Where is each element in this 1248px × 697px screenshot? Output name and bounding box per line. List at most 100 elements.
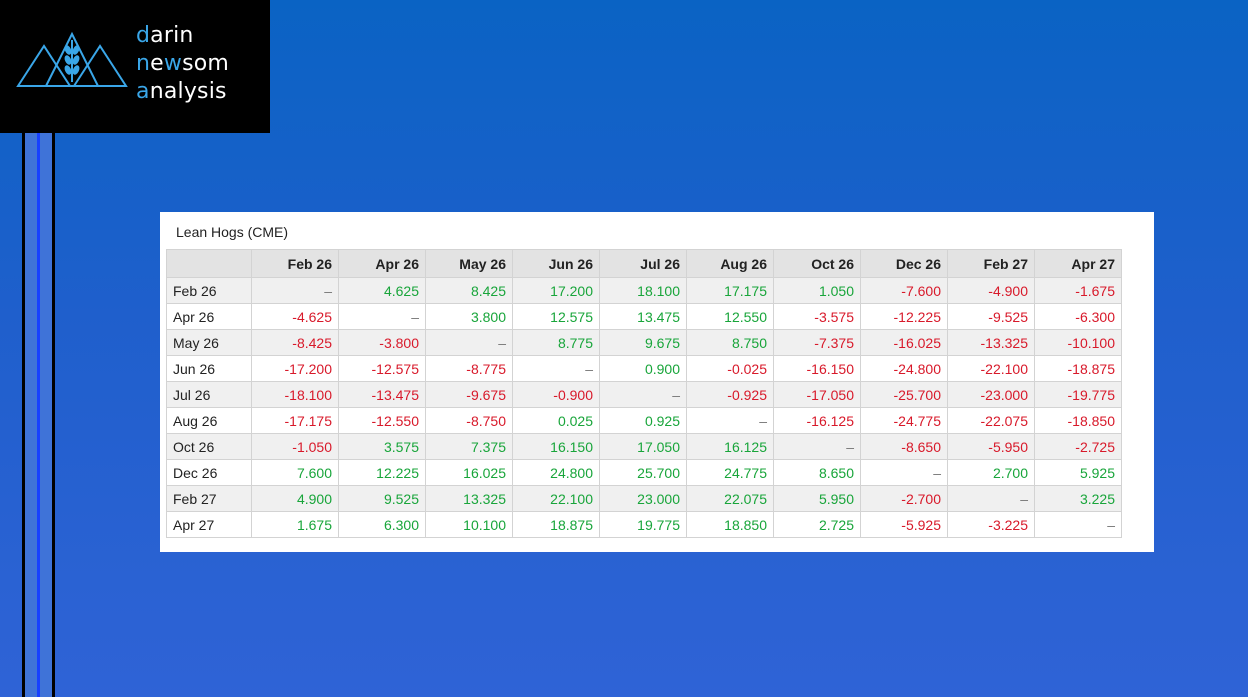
row-label: Aug 26 — [166, 407, 252, 434]
brand-name: darin newsom analysis — [136, 22, 229, 106]
brand-text: arin — [150, 23, 194, 48]
brand-text: som — [182, 51, 230, 76]
spread-cell: -2.700 — [860, 485, 948, 512]
table-row: Feb 27 4.900 9.525 13.325 22.100 23.000 22.075… — [166, 485, 1122, 512]
spread-cell: 22.100 — [512, 485, 600, 512]
spread-cell: 5.925 — [1034, 459, 1122, 486]
row-label: Apr 26 — [166, 303, 252, 330]
spread-cell: 12.575 — [512, 303, 600, 330]
table-row: Dec 26 7.600 12.225 16.025 24.800 25.700 24.77… — [166, 459, 1122, 486]
brand-accent-letter: a — [136, 79, 150, 104]
spread-cell: -3.225 — [947, 511, 1035, 538]
spread-cell: 9.525 — [338, 485, 426, 512]
brand-accent-letter: n — [136, 51, 151, 76]
spread-cell: -0.025 — [686, 355, 774, 382]
row-label: Jun 26 — [166, 355, 252, 382]
spread-cell: 8.650 — [773, 459, 861, 486]
spread-cell: 12.225 — [338, 459, 426, 486]
spread-cell: -17.200 — [251, 355, 339, 382]
spread-cell: 2.725 — [773, 511, 861, 538]
row-label: Oct 26 — [166, 433, 252, 460]
spread-cell: -7.375 — [773, 329, 861, 356]
table-body: Feb 26–4.625 8.425 17.200 18.100 17.175 1.050… — [166, 277, 1122, 538]
spread-cell: 17.200 — [512, 277, 600, 304]
table-title: Lean Hogs (CME) — [176, 224, 289, 240]
column-header: Feb 26 — [251, 249, 339, 278]
spread-cell: -8.750 — [425, 407, 513, 434]
table-row: Jun 26 -17.200 -12.575 -8.775–0.900 -0.025 -1… — [166, 355, 1122, 382]
table-row: Oct 26 -1.050 3.575 7.375 16.150 17.050 16.125… — [166, 433, 1122, 460]
spread-cell: – — [1034, 511, 1122, 538]
spread-cell: – — [686, 407, 774, 434]
brand-line-3: analysis — [136, 78, 229, 106]
mountains-wheat-icon — [16, 31, 128, 87]
spread-cell: -0.925 — [686, 381, 774, 408]
spread-cell: 23.000 — [599, 485, 687, 512]
spread-cell: -3.800 — [338, 329, 426, 356]
column-header: Apr 27 — [1034, 249, 1122, 278]
spread-cell: -4.625 — [251, 303, 339, 330]
spread-cell: 24.800 — [512, 459, 600, 486]
brand-text: e — [150, 51, 164, 76]
spread-cell: 19.775 — [599, 511, 687, 538]
logo: darin newsom analysis — [0, 0, 270, 133]
spread-cell: 12.550 — [686, 303, 774, 330]
header-row: Feb 26 Apr 26 May 26 Jun 26 Jul 26 Aug 26 Oct … — [166, 249, 1122, 278]
brand-line-2: newsom — [136, 50, 229, 78]
spread-cell: 18.875 — [512, 511, 600, 538]
spread-cell: -16.125 — [773, 407, 861, 434]
column-header: Jul 26 — [599, 249, 687, 278]
table-row: Feb 26–4.625 8.425 17.200 18.100 17.175 1.050… — [166, 277, 1122, 304]
spread-cell: -9.675 — [425, 381, 513, 408]
spread-cell: -18.850 — [1034, 407, 1122, 434]
table-row: Apr 26 -4.625–3.800 12.575 13.475 12.550 -3.5… — [166, 303, 1122, 330]
spread-cell: -13.475 — [338, 381, 426, 408]
row-label: May 26 — [166, 329, 252, 356]
spread-cell: – — [773, 433, 861, 460]
spread-cell: 18.100 — [599, 277, 687, 304]
corner-cell — [166, 249, 252, 278]
spread-cell: -12.550 — [338, 407, 426, 434]
spread-cell: -13.325 — [947, 329, 1035, 356]
spread-cell: 0.025 — [512, 407, 600, 434]
spread-cell: 17.175 — [686, 277, 774, 304]
spread-cell: -9.525 — [947, 303, 1035, 330]
spread-cell: 17.050 — [599, 433, 687, 460]
spread-cell: -4.900 — [947, 277, 1035, 304]
row-label: Apr 27 — [166, 511, 252, 538]
spread-cell: -22.100 — [947, 355, 1035, 382]
spread-cell: – — [425, 329, 513, 356]
spread-cell: 3.225 — [1034, 485, 1122, 512]
row-label: Dec 26 — [166, 459, 252, 486]
spread-cell: -8.425 — [251, 329, 339, 356]
spread-cell: -22.075 — [947, 407, 1035, 434]
spread-cell: 6.300 — [338, 511, 426, 538]
spread-cell: -16.150 — [773, 355, 861, 382]
table-row: Aug 26 -17.175 -12.550 -8.750 0.025 0.925– -16… — [166, 407, 1122, 434]
decor-line — [52, 133, 55, 697]
column-header: May 26 — [425, 249, 513, 278]
spread-cell: 8.425 — [425, 277, 513, 304]
spread-cell: – — [860, 459, 948, 486]
spread-cell: -10.100 — [1034, 329, 1122, 356]
spread-cell: 9.675 — [599, 329, 687, 356]
spread-cell: -25.700 — [860, 381, 948, 408]
spread-cell: -24.775 — [860, 407, 948, 434]
spread-cell: -5.925 — [860, 511, 948, 538]
spread-cell: – — [512, 355, 600, 382]
column-header: Feb 27 — [947, 249, 1035, 278]
column-header: Jun 26 — [512, 249, 600, 278]
spread-cell: – — [947, 485, 1035, 512]
decor-line — [25, 133, 37, 697]
spread-cell: -5.950 — [947, 433, 1035, 460]
row-label: Feb 26 — [166, 277, 252, 304]
spread-cell: -8.650 — [860, 433, 948, 460]
spread-cell: 16.150 — [512, 433, 600, 460]
spread-cell: 3.800 — [425, 303, 513, 330]
table-row: Apr 27 1.675 6.300 10.100 18.875 19.775 18.850… — [166, 511, 1122, 538]
brand-text: nalysis — [149, 79, 227, 104]
spread-cell: 7.375 — [425, 433, 513, 460]
spread-cell: 22.075 — [686, 485, 774, 512]
brand-line-1: darin — [136, 22, 229, 50]
row-label: Jul 26 — [166, 381, 252, 408]
